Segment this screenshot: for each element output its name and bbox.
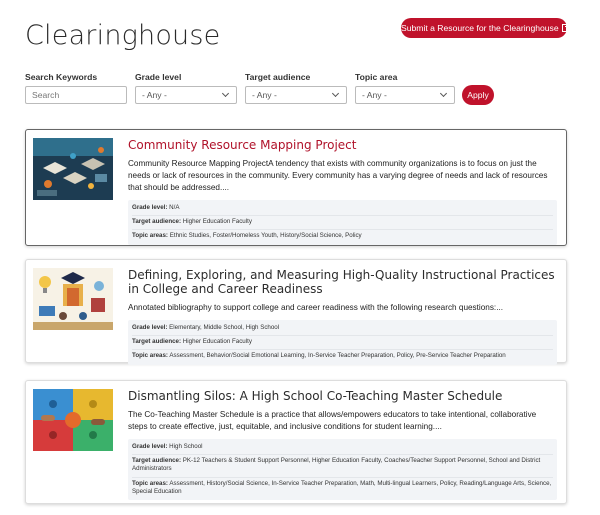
chevron-down-icon — [221, 89, 230, 98]
topic-areas-row: Topic areas: Assessment, History/Social … — [132, 479, 552, 495]
submit-resource-label: Submit a Resource for the Clearinghouse — [401, 23, 559, 33]
resource-title-link[interactable]: Defining, Exploring, and Measuring High-… — [128, 268, 557, 296]
resource-title-link[interactable]: Dismantling Silos: A High School Co-Teac… — [128, 389, 557, 403]
grade-level-row: Grade level: N/A — [132, 204, 180, 211]
resource-description: The Co-Teaching Master Schedule is a pra… — [128, 410, 537, 431]
target-audience-row: Target audience: Higher Education Facult… — [132, 218, 252, 226]
topic-areas-row: Topic areas: Assessment, Behavior/Social… — [132, 352, 506, 360]
chevron-down-icon — [331, 89, 340, 98]
resource-card[interactable]: Dismantling Silos: A High School Co-Teac… — [25, 380, 567, 504]
topic-areas-row: Topic areas: Ethnic Studies, Foster/Home… — [132, 232, 362, 240]
resource-meta: Grade level: N/A Target audience: Higher… — [128, 200, 557, 245]
topic-select[interactable]: - Any - — [355, 86, 455, 104]
resource-title-link[interactable]: Community Resource Mapping Project — [128, 138, 557, 152]
grade-level-row: Grade level: High School — [132, 443, 203, 450]
target-audience-row: Target audience: Higher Education Facult… — [132, 338, 252, 346]
chevron-down-icon — [439, 89, 448, 98]
page-title: Clearinghouse — [25, 20, 221, 51]
grade-select-value: - Any - — [142, 90, 167, 100]
submit-resource-button[interactable]: Submit a Resource for the Clearinghouse — [401, 18, 570, 38]
audience-label: Target audience — [245, 72, 311, 82]
search-placeholder: Search — [32, 90, 60, 100]
grade-select[interactable]: - Any - — [135, 86, 237, 104]
grade-label: Grade level — [135, 72, 182, 82]
resource-thumbnail[interactable] — [33, 389, 113, 451]
resource-description: Annotated bibliography to support colleg… — [128, 303, 504, 312]
resource-description: Community Resource Mapping ProjectA tend… — [128, 159, 548, 192]
target-audience-row: Target audience: PK-12 Teachers & Studen… — [132, 457, 541, 473]
resource-meta: Grade level: Elementary, Middle School, … — [128, 320, 557, 365]
audience-select[interactable]: - Any - — [245, 86, 347, 104]
resource-thumbnail[interactable] — [33, 268, 113, 330]
topic-select-value: - Any - — [362, 90, 387, 100]
external-link-icon — [561, 24, 570, 32]
grade-level-row: Grade level: Elementary, Middle School, … — [132, 324, 280, 331]
resource-meta: Grade level: High School Target audience… — [128, 439, 557, 501]
resource-thumbnail[interactable] — [33, 138, 113, 200]
resource-card[interactable]: Defining, Exploring, and Measuring High-… — [25, 259, 567, 365]
keywords-label: Search Keywords — [25, 72, 98, 82]
apply-button[interactable]: Apply — [462, 85, 494, 105]
topic-label: Topic area — [355, 72, 398, 82]
search-input[interactable]: Search — [25, 86, 127, 104]
audience-select-value: - Any - — [252, 90, 277, 100]
resource-card[interactable]: Community Resource Mapping Project Commu… — [25, 129, 567, 246]
